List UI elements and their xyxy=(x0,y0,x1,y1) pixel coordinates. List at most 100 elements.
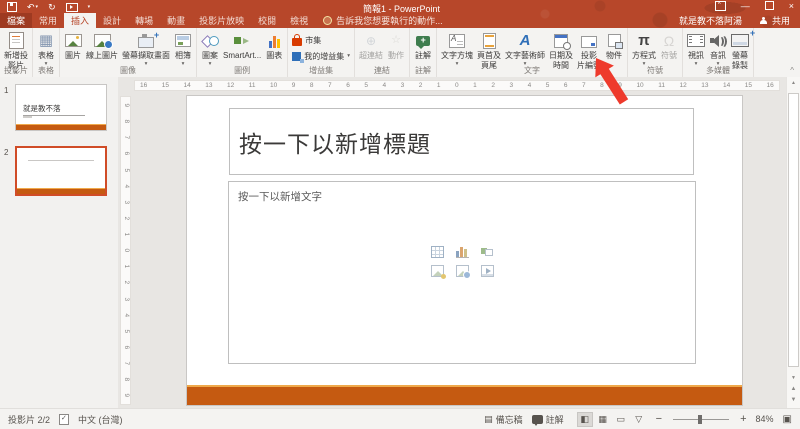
action-button[interactable]: ☆ 動作 xyxy=(385,30,407,62)
wordart-button[interactable]: A 文字藝術師 ▾ xyxy=(503,30,547,68)
zoom-level[interactable]: 84% xyxy=(756,414,774,424)
normal-view-button[interactable]: ◧ xyxy=(577,412,593,427)
zoom-out-button[interactable]: − xyxy=(656,414,662,425)
slide-2-title-line xyxy=(28,160,94,161)
tab-animations[interactable]: 動畫 xyxy=(160,13,192,28)
ribbon-group-images: 圖片 線上圖片 螢幕擷取畫面 ▾ 相簿 ▾ 圖像 xyxy=(60,28,197,77)
scrollbar-thumb[interactable] xyxy=(788,93,799,367)
addins-icon xyxy=(292,52,301,61)
tell-me-box[interactable]: 告訴我您想要執行的動作... xyxy=(315,13,451,28)
vertical-scrollbar[interactable]: ▲ ▼ ▲ ▼ xyxy=(786,77,800,408)
smartart-icon xyxy=(234,34,251,47)
notes-button[interactable]: ▤備忘稿 xyxy=(484,413,523,426)
ruler-number: 6 xyxy=(122,345,129,349)
tabrow-spacer xyxy=(451,13,671,28)
lightbulb-icon xyxy=(323,16,332,25)
hyperlink-icon: ⊕ xyxy=(366,31,376,50)
zoom-slider-handle[interactable] xyxy=(698,415,702,424)
insert-video-icon[interactable] xyxy=(481,265,494,277)
zoom-slider[interactable] xyxy=(673,419,729,420)
minimize-button[interactable]: — xyxy=(741,2,750,11)
text-box-button[interactable]: 文字方塊 ▾ xyxy=(439,30,475,68)
pictures-button[interactable]: 圖片 xyxy=(62,30,84,62)
scroll-up-icon[interactable]: ▲ xyxy=(787,81,800,86)
reading-view-button[interactable]: ▭ xyxy=(613,412,629,427)
group-label-links: 連結 xyxy=(355,65,409,76)
comments-button[interactable]: 註解 xyxy=(532,413,564,426)
tab-view[interactable]: 檢視 xyxy=(283,13,315,28)
spellcheck-icon[interactable] xyxy=(59,414,69,425)
ribbon-tabs: 檔案 常用 插入 設計 轉場 動畫 投影片放映 校閱 檢視 告訴我您想要執行的動… xyxy=(0,13,800,28)
shapes-button[interactable]: 圖案 ▾ xyxy=(199,30,221,68)
slideshow-view-button[interactable]: ▽ xyxy=(631,412,647,427)
title-placeholder[interactable]: 按一下以新增標題 xyxy=(229,108,694,175)
ribbon-display-options-button[interactable] xyxy=(715,1,726,13)
insert-chart-icon[interactable] xyxy=(456,246,469,258)
comment-button[interactable]: + 註解 xyxy=(412,30,434,62)
photo-album-button[interactable]: 相簿 ▾ xyxy=(172,30,194,68)
slide-thumbnail-1[interactable]: 1 就是教不落 xyxy=(0,84,118,131)
ruler-number: 10 xyxy=(636,82,643,89)
save-button[interactable] xyxy=(7,2,17,12)
group-label-slides: 投影片 xyxy=(0,65,32,76)
customize-qat-button[interactable]: ▾ xyxy=(88,5,91,10)
hyperlink-button[interactable]: ⊕ 超連結 xyxy=(357,30,385,62)
audio-button[interactable]: 音訊 ▾ xyxy=(707,30,729,68)
insert-table-icon[interactable] xyxy=(431,246,444,258)
slide-sorter-view-button[interactable]: ▦ xyxy=(595,412,611,427)
start-from-beginning-button[interactable] xyxy=(66,3,78,12)
scroll-down-icon[interactable]: ▼ xyxy=(787,376,800,381)
zoom-in-button[interactable]: + xyxy=(740,414,746,425)
slide-editor-area: 1615141312111098765432101234567891011121… xyxy=(118,77,787,408)
slide-thumbnail-2[interactable]: 2 xyxy=(0,146,118,196)
video-button[interactable]: 視訊 ▾ xyxy=(685,30,707,68)
group-label-illustrations: 圖例 xyxy=(197,65,287,76)
slide-number-icon xyxy=(581,36,597,48)
ribbon-group-slides: 新增投 影片 ▾ 投影片 xyxy=(0,28,33,77)
maximize-button[interactable] xyxy=(765,1,774,12)
chart-button[interactable]: 圖表 xyxy=(263,30,285,62)
horizontal-ruler[interactable]: 1615141312111098765432101234567891011121… xyxy=(134,80,780,91)
slide-indicator[interactable]: 投影片 2/2 xyxy=(8,413,50,426)
slide-canvas[interactable]: 按一下以新增標題 按一下以新增文字 xyxy=(187,96,742,405)
next-slide-button[interactable]: ▼ xyxy=(787,397,800,403)
fit-slide-to-window-button[interactable]: ▣ xyxy=(783,414,792,425)
redo-button[interactable]: ↻ xyxy=(48,3,56,12)
undo-icon: ↶ xyxy=(27,3,35,12)
tab-file[interactable]: 檔案 xyxy=(0,13,32,28)
content-placeholder[interactable]: 按一下以新增文字 xyxy=(228,181,696,364)
store-button[interactable]: 市集 xyxy=(290,33,352,47)
tab-transitions[interactable]: 轉場 xyxy=(128,13,160,28)
maximize-icon xyxy=(765,1,774,10)
group-label-symbols: 符號 xyxy=(628,65,682,76)
slide-2-thumbnail-box[interactable] xyxy=(15,146,107,196)
collapse-ribbon-button[interactable]: ^ xyxy=(790,66,794,75)
my-addins-button[interactable]: 我的增益集▾ xyxy=(290,49,352,63)
audio-icon xyxy=(709,34,727,47)
insert-smartart-icon[interactable] xyxy=(481,246,494,258)
share-button[interactable]: 共用 xyxy=(750,13,800,28)
language-button[interactable]: 中文 (台灣) xyxy=(78,413,123,426)
insert-picture-icon[interactable] xyxy=(431,265,444,277)
ruler-number: 1 xyxy=(473,82,477,89)
chart-icon xyxy=(269,34,280,48)
vertical-ruler[interactable]: 9876543210123456789 xyxy=(120,96,131,405)
tab-design[interactable]: 設計 xyxy=(96,13,128,28)
online-pictures-button[interactable]: 線上圖片 xyxy=(84,30,120,62)
account-name[interactable]: 就是教不落阿湯 xyxy=(671,13,750,28)
previous-slide-button[interactable]: ▲ xyxy=(787,386,800,392)
table-button[interactable]: ▦ 表格 ▾ xyxy=(35,30,57,68)
close-button[interactable]: × xyxy=(789,2,794,11)
undo-button[interactable]: ↶▾ xyxy=(27,3,38,12)
tab-review[interactable]: 校閱 xyxy=(251,13,283,28)
screenshot-button[interactable]: 螢幕擷取畫面 ▾ xyxy=(120,30,172,68)
insert-online-picture-icon[interactable] xyxy=(456,265,469,277)
tab-slideshow[interactable]: 投影片放映 xyxy=(192,13,251,28)
tab-home[interactable]: 常用 xyxy=(32,13,64,28)
tab-insert[interactable]: 插入 xyxy=(64,13,96,28)
symbol-button[interactable]: Ω 符號 xyxy=(658,30,680,62)
equation-button[interactable]: π 方程式 ▾ xyxy=(630,30,658,68)
smartart-button[interactable]: SmartArt... xyxy=(221,30,263,62)
slide-1-thumbnail-box[interactable]: 就是教不落 xyxy=(15,84,107,131)
slide-1-title: 就是教不落 xyxy=(23,103,85,116)
